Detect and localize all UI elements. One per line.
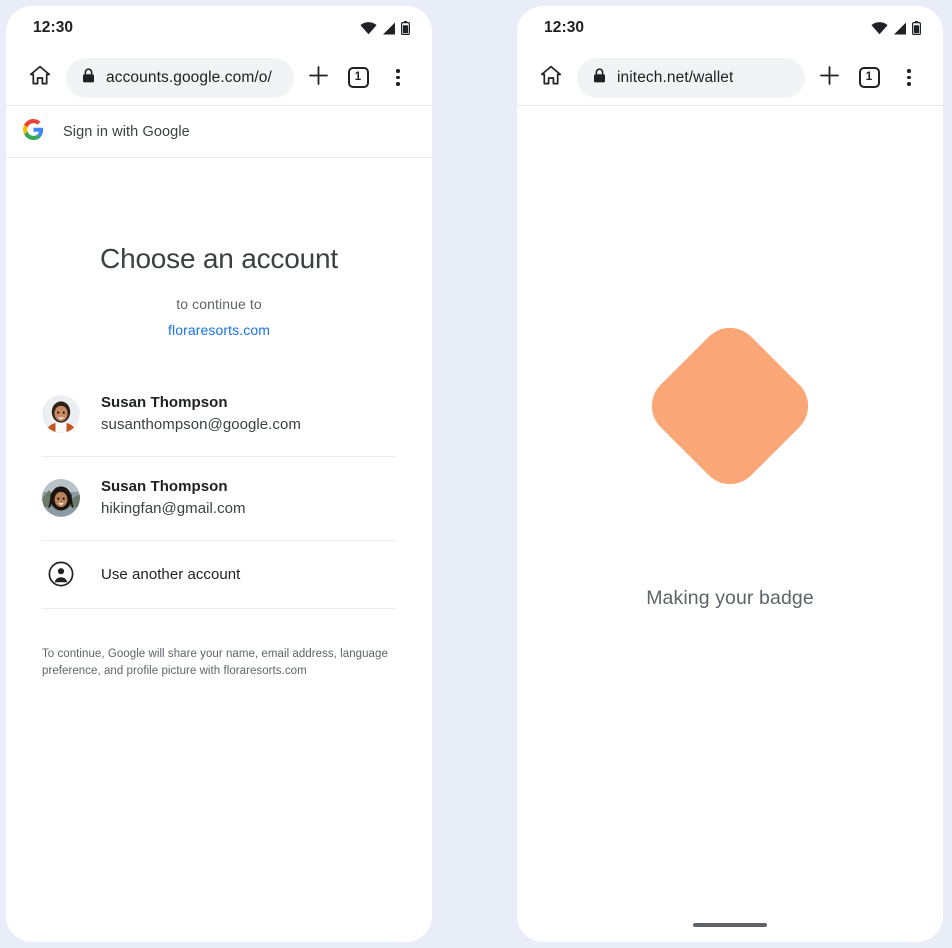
home-button[interactable]: [530, 57, 572, 99]
home-icon: [540, 64, 562, 91]
use-another-account-row[interactable]: Use another account: [42, 541, 396, 609]
wallet-loading-page: Making your badge: [517, 106, 943, 942]
account-email: hikingfan@gmail.com: [101, 499, 246, 517]
badge-placeholder-shape: [639, 315, 821, 497]
right-status-time: 12:30: [544, 19, 585, 36]
tab-switcher-button[interactable]: 1: [338, 57, 378, 99]
plus-icon: [308, 65, 329, 91]
account-name: Susan Thompson: [101, 477, 228, 495]
account-row[interactable]: Susan Thompson susanthompson@google.com: [42, 373, 396, 457]
avatar: [42, 479, 80, 518]
home-button[interactable]: [19, 57, 61, 99]
account-text: Susan Thompson hikingfan@gmail.com: [101, 477, 246, 520]
right-browser-toolbar: initech.net/wallet 1: [517, 50, 943, 106]
identity-bar-title: Sign in with Google: [63, 123, 190, 140]
cellular-signal-icon: [893, 22, 907, 35]
tab-count-badge: 1: [858, 67, 880, 88]
left-url-text: accounts.google.com/o/: [106, 68, 272, 86]
plus-icon: [819, 65, 840, 91]
page-title: Choose an account: [100, 243, 338, 274]
account-row[interactable]: Susan Thompson hikingfan@gmail.com: [42, 457, 396, 541]
more-vertical-icon: [907, 68, 911, 87]
google-identity-bar: Sign in with Google: [6, 106, 432, 158]
new-tab-button[interactable]: [298, 57, 338, 99]
battery-icon: [401, 21, 410, 35]
battery-icon: [912, 21, 921, 35]
chooser-header: Choose an account to continue to florare…: [42, 158, 396, 338]
google-g-icon: [23, 118, 44, 145]
phone-left: 12:30 accounts.google.com/o/ 1 Sign in w…: [6, 6, 432, 942]
account-circle-icon: [42, 555, 80, 593]
left-status-bar: 12:30: [6, 6, 432, 50]
screenshot-stage: 12:30 accounts.google.com/o/ 1 Sign in w…: [0, 0, 952, 948]
left-status-time: 12:30: [33, 19, 74, 36]
target-domain-link[interactable]: floraresorts.com: [42, 322, 396, 338]
left-status-icons: [360, 21, 410, 35]
account-name: Susan Thompson: [101, 393, 228, 411]
consent-text: To continue, Google will share your name…: [42, 647, 388, 678]
left-browser-toolbar: accounts.google.com/o/ 1: [6, 50, 432, 106]
lock-icon: [82, 67, 95, 88]
lock-icon: [593, 67, 606, 88]
wifi-icon: [871, 21, 888, 35]
right-status-bar: 12:30: [517, 6, 943, 50]
tab-count-badge: 1: [347, 67, 369, 88]
browser-menu-button[interactable]: [889, 57, 929, 99]
use-another-account-label: Use another account: [101, 565, 241, 583]
account-list: Susan Thompson susanthompson@google.com: [42, 373, 396, 609]
home-indicator: [693, 923, 767, 927]
new-tab-button[interactable]: [809, 57, 849, 99]
left-omnibox[interactable]: accounts.google.com/o/: [66, 57, 294, 98]
loading-status-text: Making your badge: [646, 587, 814, 609]
more-vertical-icon: [396, 68, 400, 87]
tab-switcher-button[interactable]: 1: [849, 57, 889, 99]
right-url-text: initech.net/wallet: [617, 68, 734, 86]
right-status-icons: [871, 21, 921, 35]
cellular-signal-icon: [382, 22, 396, 35]
account-email: susanthompson@google.com: [101, 415, 301, 433]
account-chooser: Choose an account to continue to florare…: [6, 158, 432, 681]
continue-to-label: to continue to: [176, 295, 262, 312]
right-omnibox[interactable]: initech.net/wallet: [577, 57, 805, 98]
account-text: Susan Thompson susanthompson@google.com: [101, 393, 301, 436]
browser-menu-button[interactable]: [378, 57, 418, 99]
wifi-icon: [360, 21, 377, 35]
avatar: [42, 395, 80, 434]
phone-right: 12:30 initech.net/wallet 1 Making your b…: [517, 6, 943, 942]
home-icon: [29, 64, 51, 91]
